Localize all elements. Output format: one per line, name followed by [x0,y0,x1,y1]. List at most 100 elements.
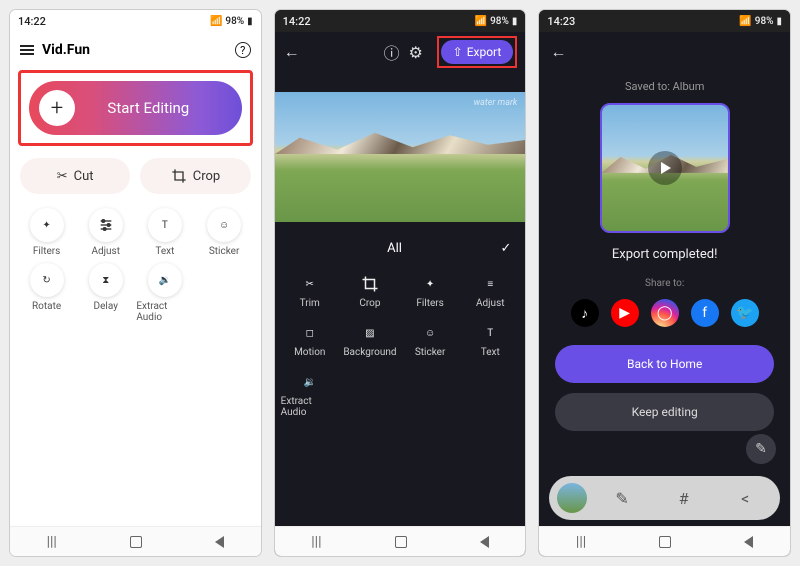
motion-tool[interactable]: ◻ Motion [281,323,339,358]
video-preview[interactable]: water mark [275,92,526,222]
battery-text: 98% [225,16,244,27]
youtube-icon[interactable]: ▶ [611,299,639,327]
menu-icon[interactable] [20,43,34,57]
edit-action-icon[interactable]: ✎ [595,489,649,508]
back-arrow-icon[interactable]: ← [283,43,301,61]
crop-label: Crop [193,169,220,184]
check-icon[interactable]: ✓ [500,241,511,256]
start-editing-button[interactable]: + Start Editing [29,81,242,135]
screen-editor: 14:22 📶 98% ▮ ← ⓘ ⚙ ⇧ Export water mark … [275,10,526,556]
text-tool[interactable]: TText [136,208,193,257]
text-tool[interactable]: TText [461,323,519,358]
thumbnail-small[interactable] [557,483,587,513]
nav-back[interactable] [480,536,489,548]
android-navbar: ||| [275,526,526,556]
adjust-tool[interactable]: Adjust [77,208,134,257]
status-bar: 14:22 📶 98% ▮ [275,10,526,32]
sticker-label: Sticker [415,347,446,358]
float-action-button[interactable]: ✎ [746,434,776,464]
background-icon: ▨ [360,323,380,343]
motion-label: Motion [294,347,325,358]
twitter-icon[interactable]: 🐦 [731,299,759,327]
wifi-icon: 📶 [739,16,751,27]
filters-tool[interactable]: ✦ Filters [18,208,75,257]
editor-tools-grid: ✂Trim Crop ✦Filters ≡ Adjust ◻ Motion ▨Bac… [275,264,526,428]
nav-home[interactable] [659,536,671,548]
gear-icon[interactable]: ⚙ [407,43,425,61]
back-to-home-button[interactable]: Back to Home [555,345,774,383]
delay-label: Delay [94,301,118,312]
sticker-label: Sticker [209,246,240,257]
status-right: 📶 98% ▮ [210,16,253,27]
tiktok-icon[interactable]: ♪ [571,299,599,327]
crop-icon [360,274,380,294]
instagram-icon[interactable]: ◯ [651,299,679,327]
battery-text: 98% [490,16,509,27]
screen-home: 14:22 📶 98% ▮ Vid.Fun ? + Start Editing … [10,10,261,556]
nav-home[interactable] [395,536,407,548]
adjust-tool[interactable]: ≡ Adjust [461,274,519,309]
keep-editing-label: Keep editing [632,405,698,419]
cut-button[interactable]: ✂ Cut [20,158,130,194]
sparkle-icon: ✦ [30,208,64,242]
nav-home[interactable] [130,536,142,548]
saved-to-label: Saved to: Album [625,80,704,93]
nav-recents[interactable]: ||| [576,534,586,550]
adjust-icon [89,208,123,242]
highlight-box-start: + Start Editing [18,70,253,146]
category-all[interactable]: All [289,241,501,256]
hash-action-icon[interactable]: # [657,489,711,508]
help-icon[interactable]: ? [235,42,251,58]
sticker-tool[interactable]: ☺ Sticker [401,323,459,358]
rotate-icon: ↻ [30,263,64,297]
extract-audio-tool[interactable]: 🔉Extract Audio [281,372,339,418]
battery-icon: ▮ [777,16,783,27]
text-icon: T [480,323,500,343]
keep-editing-button[interactable]: Keep editing [555,393,774,431]
trim-label: Trim [300,298,320,309]
back-arrow-icon[interactable]: ← [549,43,567,61]
nav-back[interactable] [744,536,753,548]
editor-toolbar: ← ⓘ ⚙ ⇧ Export [275,32,526,72]
app-title: Vid.Fun [42,42,235,58]
rotate-tool[interactable]: ↻ Rotate [18,263,75,323]
nav-recents[interactable]: ||| [311,534,321,550]
back-to-home-label: Back to Home [627,357,702,371]
status-time: 14:23 [547,15,575,28]
adjust-label: Adjust [476,298,505,309]
video-thumbnail[interactable] [600,103,730,233]
filters-label: Filters [33,246,61,257]
cut-label: Cut [74,169,94,184]
bottom-action-row: ✎ # < [549,476,780,520]
rotate-label: Rotate [32,301,61,312]
battery-icon: ▮ [247,16,253,27]
smile-icon: ☺ [420,323,440,343]
delay-tool[interactable]: ⧗Delay [77,263,134,323]
status-bar: 14:22 📶 98% ▮ [10,10,261,32]
highlight-box-export: ⇧ Export [437,36,518,68]
export-toolbar: ← [539,32,790,72]
status-bar: 14:23 📶 98% ▮ [539,10,790,32]
tools-grid: ✦ Filters Adjust TText ☺ Sticker ↻ Rotate ⧗… [10,198,261,333]
extract-audio-label: Extract Audio [136,301,193,323]
export-button[interactable]: ⇧ Export [441,40,514,64]
filters-tool[interactable]: ✦Filters [401,274,459,309]
wifi-icon: 📶 [475,16,487,27]
crop-tool[interactable]: Crop [341,274,399,309]
facebook-icon[interactable]: f [691,299,719,327]
smile-icon: ☺ [207,208,241,242]
text-label: Text [155,246,174,257]
nav-recents[interactable]: ||| [47,534,57,550]
motion-icon: ◻ [300,323,320,343]
sticker-tool[interactable]: ☺ Sticker [196,208,253,257]
share-action-icon[interactable]: < [718,489,772,508]
screen-export-done: 14:23 📶 98% ▮ ← Saved to: Album Export c… [539,10,790,556]
adjust-icon: ≡ [480,274,500,294]
help-icon[interactable]: ⓘ [383,43,401,61]
trim-tool[interactable]: ✂Trim [281,274,339,309]
background-tool[interactable]: ▨Background [341,323,399,358]
extract-audio-tool[interactable]: 🔉Extract Audio [136,263,193,323]
nav-back[interactable] [215,536,224,548]
wifi-icon: 📶 [210,16,222,27]
crop-button[interactable]: Crop [140,158,250,194]
